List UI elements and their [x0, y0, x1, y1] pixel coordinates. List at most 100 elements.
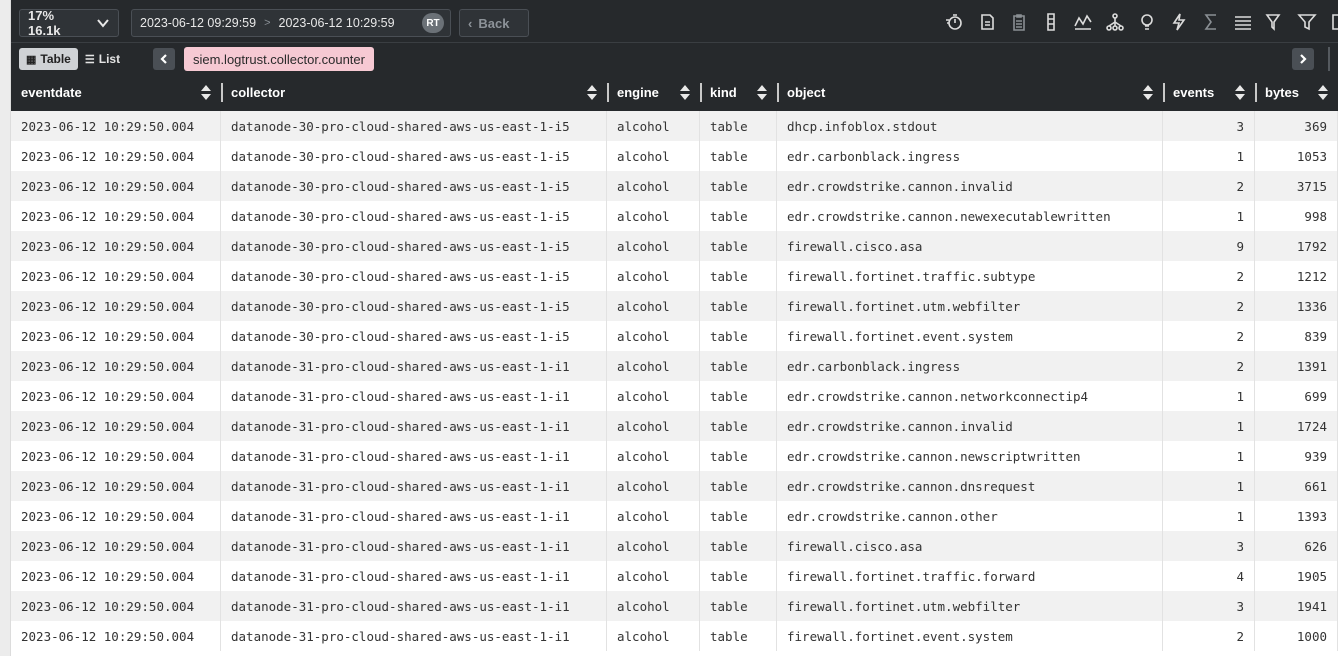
- cell-object[interactable]: edr.crowdstrike.cannon.invalid: [777, 171, 1163, 201]
- cell-collector[interactable]: datanode-31-pro-cloud-shared-aws-us-east…: [221, 351, 607, 381]
- cell-kind[interactable]: table: [700, 621, 777, 651]
- column-divider[interactable]: [700, 83, 702, 102]
- query-tab[interactable]: siem.logtrust.collector.counter: [184, 47, 374, 71]
- cell-events[interactable]: 2: [1163, 171, 1255, 201]
- cell-events[interactable]: 2: [1163, 351, 1255, 381]
- cell-kind[interactable]: table: [700, 201, 777, 231]
- cell-bytes[interactable]: 1391: [1255, 351, 1338, 381]
- cell-bytes[interactable]: 1792: [1255, 231, 1338, 261]
- cell-kind[interactable]: table: [700, 231, 777, 261]
- timeline-icon[interactable]: [1073, 11, 1093, 33]
- cell-kind[interactable]: table: [700, 381, 777, 411]
- filter-or-icon[interactable]: [1265, 11, 1285, 33]
- cell-eventdate[interactable]: 2023-06-12 10:29:50.004: [11, 381, 221, 411]
- sort-icon[interactable]: [1235, 85, 1245, 100]
- cell-object[interactable]: firewall.fortinet.event.system: [777, 621, 1163, 651]
- cell-engine[interactable]: alcohol: [607, 381, 700, 411]
- cell-object[interactable]: edr.crowdstrike.cannon.other: [777, 501, 1163, 531]
- sort-icon[interactable]: [1318, 85, 1328, 100]
- column-header-engine[interactable]: engine: [607, 74, 700, 111]
- cell-kind[interactable]: table: [700, 591, 777, 621]
- tabs-scroll-left-button[interactable]: [153, 48, 175, 70]
- cell-events[interactable]: 1: [1163, 471, 1255, 501]
- cell-kind[interactable]: table: [700, 561, 777, 591]
- table-row[interactable]: 2023-06-12 10:29:50.004 datanode-30-pro-c…: [11, 261, 1338, 291]
- cell-events[interactable]: 3: [1163, 111, 1255, 141]
- sampling-dropdown[interactable]: 17% 16.1k: [19, 8, 119, 38]
- clipboard-icon[interactable]: [1009, 11, 1029, 33]
- cell-object[interactable]: edr.crowdstrike.cannon.networkconnectip4: [777, 381, 1163, 411]
- table-row[interactable]: 2023-06-12 10:29:50.004 datanode-31-pro-c…: [11, 561, 1338, 591]
- table-view-button[interactable]: ▦ Table: [19, 48, 78, 70]
- lightbulb-icon[interactable]: [1137, 11, 1157, 33]
- cell-collector[interactable]: datanode-31-pro-cloud-shared-aws-us-east…: [221, 561, 607, 591]
- date-range-picker[interactable]: 2023-06-12 09:29:59 > 2023-06-12 10:29:5…: [131, 9, 451, 37]
- cell-eventdate[interactable]: 2023-06-12 10:29:50.004: [11, 531, 221, 561]
- column-divider[interactable]: [777, 83, 779, 102]
- sort-icon[interactable]: [201, 85, 211, 100]
- cell-engine[interactable]: alcohol: [607, 591, 700, 621]
- cell-object[interactable]: edr.crowdstrike.cannon.newexecutablewrit…: [777, 201, 1163, 231]
- cell-bytes[interactable]: 699: [1255, 381, 1338, 411]
- column-divider[interactable]: [607, 83, 609, 102]
- table-row[interactable]: 2023-06-12 10:29:50.004 datanode-30-pro-c…: [11, 141, 1338, 171]
- cell-eventdate[interactable]: 2023-06-12 10:29:50.004: [11, 261, 221, 291]
- cell-bytes[interactable]: 1212: [1255, 261, 1338, 291]
- cell-object[interactable]: firewall.cisco.asa: [777, 531, 1163, 561]
- cell-collector[interactable]: datanode-31-pro-cloud-shared-aws-us-east…: [221, 621, 607, 651]
- table-row[interactable]: 2023-06-12 10:29:50.004 datanode-30-pro-c…: [11, 171, 1338, 201]
- cell-eventdate[interactable]: 2023-06-12 10:29:50.004: [11, 231, 221, 261]
- table-row[interactable]: 2023-06-12 10:29:50.004 datanode-30-pro-c…: [11, 321, 1338, 351]
- cell-events[interactable]: 2: [1163, 621, 1255, 651]
- realtime-badge[interactable]: RT: [422, 13, 444, 33]
- cell-object[interactable]: firewall.fortinet.utm.webfilter: [777, 591, 1163, 621]
- column-header-object[interactable]: object: [777, 74, 1163, 111]
- cell-kind[interactable]: table: [700, 171, 777, 201]
- cell-eventdate[interactable]: 2023-06-12 10:29:50.004: [11, 501, 221, 531]
- cell-collector[interactable]: datanode-30-pro-cloud-shared-aws-us-east…: [221, 111, 607, 141]
- document-sync-icon[interactable]: [977, 11, 997, 33]
- table-row[interactable]: 2023-06-12 10:29:50.004 datanode-30-pro-c…: [11, 291, 1338, 321]
- cell-engine[interactable]: alcohol: [607, 441, 700, 471]
- cell-bytes[interactable]: 661: [1255, 471, 1338, 501]
- cell-events[interactable]: 4: [1163, 561, 1255, 591]
- cell-eventdate[interactable]: 2023-06-12 10:29:50.004: [11, 321, 221, 351]
- cell-engine[interactable]: alcohol: [607, 201, 700, 231]
- cell-kind[interactable]: table: [700, 411, 777, 441]
- cell-eventdate[interactable]: 2023-06-12 10:29:50.004: [11, 471, 221, 501]
- cell-bytes[interactable]: 1724: [1255, 411, 1338, 441]
- cell-object[interactable]: edr.crowdstrike.cannon.invalid: [777, 411, 1163, 441]
- cell-kind[interactable]: table: [700, 471, 777, 501]
- columns-icon[interactable]: [1041, 11, 1061, 33]
- cell-kind[interactable]: table: [700, 441, 777, 471]
- cell-bytes[interactable]: 1393: [1255, 501, 1338, 531]
- cell-eventdate[interactable]: 2023-06-12 10:29:50.004: [11, 441, 221, 471]
- column-header-events[interactable]: events: [1163, 74, 1255, 111]
- cell-bytes[interactable]: 1941: [1255, 591, 1338, 621]
- cell-bytes[interactable]: 1905: [1255, 561, 1338, 591]
- table-row[interactable]: 2023-06-12 10:29:50.004 datanode-31-pro-c…: [11, 501, 1338, 531]
- cell-events[interactable]: 1: [1163, 411, 1255, 441]
- cell-collector[interactable]: datanode-30-pro-cloud-shared-aws-us-east…: [221, 201, 607, 231]
- cell-object[interactable]: dhcp.infoblox.stdout: [777, 111, 1163, 141]
- column-header-eventdate[interactable]: eventdate: [11, 74, 221, 111]
- cell-kind[interactable]: table: [700, 501, 777, 531]
- cell-eventdate[interactable]: 2023-06-12 10:29:50.004: [11, 171, 221, 201]
- cell-eventdate[interactable]: 2023-06-12 10:29:50.004: [11, 201, 221, 231]
- cell-events[interactable]: 1: [1163, 141, 1255, 171]
- cell-kind[interactable]: table: [700, 111, 777, 141]
- cell-engine[interactable]: alcohol: [607, 531, 700, 561]
- cell-bytes[interactable]: 939: [1255, 441, 1338, 471]
- cell-engine[interactable]: alcohol: [607, 291, 700, 321]
- table-row[interactable]: 2023-06-12 10:29:50.004 datanode-31-pro-c…: [11, 471, 1338, 501]
- hierarchy-icon[interactable]: [1105, 11, 1125, 33]
- cell-bytes[interactable]: 1053: [1255, 141, 1338, 171]
- cell-engine[interactable]: alcohol: [607, 471, 700, 501]
- cell-collector[interactable]: datanode-31-pro-cloud-shared-aws-us-east…: [221, 471, 607, 501]
- cell-bytes[interactable]: 998: [1255, 201, 1338, 231]
- cell-eventdate[interactable]: 2023-06-12 10:29:50.004: [11, 561, 221, 591]
- cell-collector[interactable]: datanode-31-pro-cloud-shared-aws-us-east…: [221, 531, 607, 561]
- back-button[interactable]: ‹ Back: [459, 9, 529, 37]
- cell-collector[interactable]: datanode-30-pro-cloud-shared-aws-us-east…: [221, 231, 607, 261]
- cell-kind[interactable]: table: [700, 261, 777, 291]
